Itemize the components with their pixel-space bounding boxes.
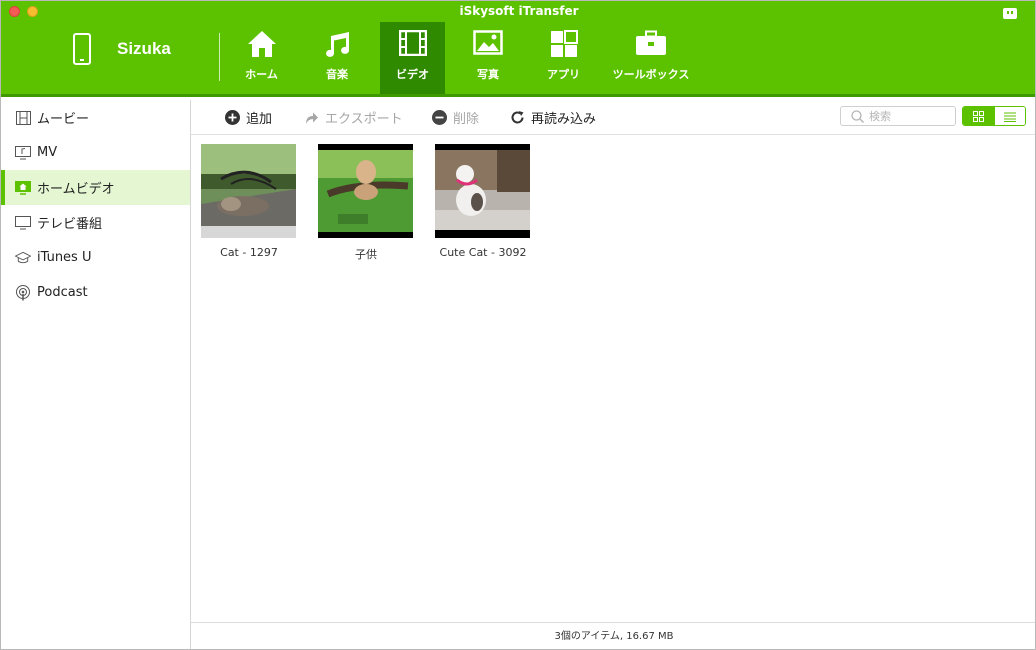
delete-button[interactable]: 削除 <box>432 100 479 135</box>
sidebar-item-label: Podcast <box>37 285 88 300</box>
tab-home[interactable]: ホーム <box>229 22 294 94</box>
toolbox-icon <box>635 30 667 60</box>
view-toggle <box>962 106 1026 126</box>
title-bar: iSkysoft iTransfer <box>1 1 1035 21</box>
apps-icon <box>550 30 578 62</box>
toolbar: 追加 エクスポート 削除 再読み込み 検索 <box>191 100 1035 135</box>
video-thumbnail[interactable] <box>435 144 530 238</box>
sidebar-item-home-video[interactable]: ホームビデオ <box>1 170 190 205</box>
home-video-icon <box>15 180 31 196</box>
tab-label: ツールボックス <box>612 68 690 81</box>
tv-icon <box>15 215 31 231</box>
minus-circle-icon <box>432 110 447 125</box>
window-title: iSkysoft iTransfer <box>459 4 579 18</box>
add-label: 追加 <box>246 112 273 127</box>
video-thumbnail[interactable] <box>318 144 413 238</box>
tab-label: 写真 <box>477 68 499 81</box>
iphone-icon <box>73 33 91 65</box>
graduation-cap-icon <box>15 250 31 266</box>
export-button[interactable]: エクスポート <box>304 100 403 135</box>
video-title: Cute Cat - 3092 <box>439 246 527 259</box>
delete-label: 削除 <box>453 112 480 127</box>
device-name: Sizuka <box>117 39 171 58</box>
home-icon <box>247 30 277 62</box>
search-placeholder: 検索 <box>869 110 891 123</box>
video-grid: Cat - 1297 子供 Cute Cat - 3092 <box>191 135 1035 622</box>
sidebar-item-label: テレビ番組 <box>37 217 103 232</box>
video-item[interactable]: Cat - 1297 <box>201 144 297 259</box>
list-view-button[interactable] <box>993 107 1025 125</box>
status-bar: 3個のアイテム, 16.67 MB <box>191 622 1035 649</box>
export-label: エクスポート <box>325 112 403 127</box>
reload-label: 再読み込み <box>531 112 597 127</box>
tab-music[interactable]: 音楽 <box>294 22 380 94</box>
sidebar-item-itunes-u[interactable]: iTunes U <box>1 240 190 275</box>
sidebar-item-podcast[interactable]: Podcast <box>1 275 190 310</box>
refresh-icon <box>510 110 525 125</box>
app-window: iSkysoft iTransfer Sizuka ホーム 音楽 ビデオ 写真 … <box>0 0 1036 650</box>
feedback-icon[interactable] <box>1003 8 1017 19</box>
sidebar: ムービー MV ホームビデオ テレビ番組 iTunes U Podcast <box>1 100 191 649</box>
sidebar-item-label: ホームビデオ <box>37 182 115 197</box>
header-divider <box>219 33 220 81</box>
sidebar-item-tv-shows[interactable]: テレビ番組 <box>1 205 190 240</box>
plus-circle-icon <box>225 110 240 125</box>
music-icon <box>322 30 352 62</box>
add-button[interactable]: 追加 <box>225 100 272 135</box>
video-title: 子供 <box>355 248 377 261</box>
video-item[interactable]: 子供 <box>318 144 414 262</box>
device-info[interactable]: Sizuka <box>73 31 171 67</box>
film-strip-icon <box>15 110 31 126</box>
tab-photo[interactable]: 写真 <box>445 22 531 94</box>
tab-apps[interactable]: アプリ <box>531 22 596 94</box>
tab-video[interactable]: ビデオ <box>380 22 445 94</box>
main-tabs: ホーム 音楽 ビデオ 写真 アプリ ツールボックス <box>229 22 706 97</box>
reload-button[interactable]: 再読み込み <box>510 100 596 135</box>
sidebar-item-label: iTunes U <box>37 250 92 265</box>
photo-icon <box>473 30 503 60</box>
header-bar: iSkysoft iTransfer Sizuka ホーム 音楽 ビデオ 写真 … <box>1 1 1035 97</box>
video-item[interactable]: Cute Cat - 3092 <box>435 144 531 259</box>
tab-label: アプリ <box>547 68 580 81</box>
grid-view-button[interactable] <box>963 107 994 125</box>
film-icon <box>398 29 427 60</box>
video-title: Cat - 1297 <box>220 246 278 259</box>
list-icon <box>1003 107 1016 125</box>
video-thumbnail[interactable] <box>201 144 296 238</box>
tab-label: 音楽 <box>326 68 348 81</box>
tab-label: ビデオ <box>396 68 429 81</box>
tab-label: ホーム <box>245 68 278 81</box>
sidebar-item-movies[interactable]: ムービー <box>1 100 190 135</box>
music-video-icon <box>15 145 31 161</box>
sidebar-item-mv[interactable]: MV <box>1 135 190 170</box>
search-icon <box>851 110 865 126</box>
grid-icon <box>972 107 984 125</box>
tab-toolbox[interactable]: ツールボックス <box>596 22 706 94</box>
sidebar-item-label: MV <box>37 145 58 160</box>
export-arrow-icon <box>304 110 319 125</box>
search-input[interactable]: 検索 <box>840 106 956 126</box>
sidebar-item-label: ムービー <box>37 112 90 127</box>
podcast-icon <box>15 284 31 301</box>
